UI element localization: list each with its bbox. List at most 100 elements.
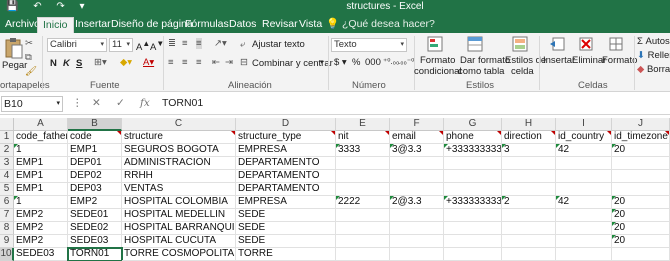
table-cell[interactable]: SEDE bbox=[236, 235, 336, 248]
table-cell[interactable] bbox=[556, 157, 612, 170]
column-header-f[interactable]: F bbox=[390, 118, 444, 131]
table-cell[interactable] bbox=[502, 157, 556, 170]
table-cell[interactable]: EMP2 bbox=[68, 196, 122, 209]
enter-icon[interactable]: ✓ bbox=[116, 97, 125, 109]
wrap-text-button[interactable]: Ajustar texto bbox=[252, 39, 305, 50]
row-header-5[interactable]: 5 bbox=[0, 183, 14, 196]
table-cell[interactable]: 20 bbox=[612, 235, 670, 248]
table-cell[interactable]: 20 bbox=[612, 209, 670, 222]
table-cell[interactable]: VENTAS bbox=[122, 183, 236, 196]
tab-vista[interactable]: Vista bbox=[294, 17, 327, 33]
column-header-d[interactable]: D bbox=[236, 118, 336, 131]
table-cell[interactable] bbox=[444, 157, 502, 170]
table-cell[interactable] bbox=[336, 248, 390, 261]
font-color-icon[interactable]: A▾ bbox=[143, 57, 154, 68]
format-table-label-1[interactable]: Dar formato bbox=[460, 55, 510, 66]
table-cell[interactable] bbox=[336, 209, 390, 222]
bottom-align-icon[interactable]: ≡ bbox=[196, 38, 202, 49]
clear-button[interactable]: ◆ Borrar bbox=[637, 64, 670, 75]
table-cell[interactable]: SEDE bbox=[236, 222, 336, 235]
table-cell[interactable]: 3@3.3 bbox=[390, 144, 444, 157]
header-cell[interactable]: id_timezone bbox=[612, 131, 670, 144]
table-cell[interactable]: 42 bbox=[556, 196, 612, 209]
table-cell[interactable]: EMPRESA bbox=[236, 196, 336, 209]
table-cell[interactable]: TORRE COSMOPOLITAN bbox=[122, 248, 236, 261]
table-cell[interactable]: 3333 bbox=[336, 144, 390, 157]
orientation-icon[interactable]: ↗▾ bbox=[214, 38, 227, 49]
table-cell[interactable] bbox=[556, 170, 612, 183]
column-header-i[interactable]: I bbox=[556, 118, 612, 131]
percent-icon[interactable]: % bbox=[352, 57, 360, 68]
table-cell[interactable] bbox=[444, 209, 502, 222]
align-left-icon[interactable]: ≡ bbox=[168, 57, 174, 68]
column-header-g[interactable]: G bbox=[444, 118, 502, 131]
table-cell[interactable]: SEDE03 bbox=[14, 248, 68, 261]
table-cell[interactable]: EMP1 bbox=[14, 157, 68, 170]
table-cell[interactable]: 2222 bbox=[336, 196, 390, 209]
cut-icon[interactable]: ✂ bbox=[25, 38, 33, 49]
insert-cells-button[interactable]: Insertar bbox=[543, 55, 575, 66]
function-icon[interactable]: fx bbox=[140, 97, 150, 109]
merge-dropdown-icon[interactable]: ▾ bbox=[320, 58, 324, 66]
paste-icon[interactable] bbox=[4, 37, 24, 59]
column-header-a[interactable]: A bbox=[14, 118, 68, 131]
table-cell[interactable] bbox=[336, 157, 390, 170]
table-cell[interactable] bbox=[556, 248, 612, 261]
table-cell[interactable] bbox=[444, 235, 502, 248]
autosum-button[interactable]: Σ Autos bbox=[637, 36, 670, 47]
bold-button[interactable]: N bbox=[50, 58, 57, 69]
table-cell[interactable]: EMP1 bbox=[68, 144, 122, 157]
table-cell[interactable]: +33333333333 bbox=[444, 196, 502, 209]
chevron-down-icon[interactable]: ▾ bbox=[56, 97, 60, 111]
table-cell[interactable]: SEDE01 bbox=[68, 209, 122, 222]
row-header-3[interactable]: 3 bbox=[0, 157, 14, 170]
top-align-icon[interactable]: ≣ bbox=[168, 38, 176, 49]
conditional-format-label-2[interactable]: condicional bbox=[414, 66, 462, 77]
increase-decimal-icon[interactable]: ⁺⁰.₀₀ bbox=[383, 57, 399, 66]
copy-icon[interactable]: ⧉ bbox=[25, 52, 32, 63]
format-cells-button[interactable]: Formato bbox=[602, 55, 637, 66]
italic-button[interactable]: K bbox=[63, 58, 70, 69]
table-cell[interactable]: TORN01 bbox=[67, 247, 123, 261]
table-cell[interactable] bbox=[390, 170, 444, 183]
middle-align-icon[interactable]: ≡ bbox=[182, 38, 188, 49]
table-cell[interactable]: DEP02 bbox=[68, 170, 122, 183]
table-cell[interactable]: 2 bbox=[502, 196, 556, 209]
header-cell[interactable]: nit bbox=[336, 131, 390, 144]
row-header-10[interactable]: 10 bbox=[0, 248, 14, 261]
table-cell[interactable]: HOSPITAL MEDELLIN bbox=[122, 209, 236, 222]
font-size-select[interactable]: 11 ▾ bbox=[109, 38, 133, 52]
header-cell[interactable]: email bbox=[390, 131, 444, 144]
table-cell[interactable]: EMP2 bbox=[14, 235, 68, 248]
table-cell[interactable] bbox=[502, 222, 556, 235]
wrap-text-icon[interactable]: ⤶ bbox=[240, 39, 245, 50]
select-all-corner[interactable] bbox=[0, 118, 14, 131]
column-header-e[interactable]: E bbox=[336, 118, 390, 131]
underline-button[interactable]: S bbox=[76, 58, 82, 69]
table-cell[interactable] bbox=[556, 235, 612, 248]
name-box[interactable]: B10 ▾ bbox=[1, 96, 63, 112]
table-cell[interactable] bbox=[556, 209, 612, 222]
table-cell[interactable] bbox=[502, 170, 556, 183]
cell-styles-icon[interactable] bbox=[512, 36, 528, 52]
insert-cells-icon[interactable] bbox=[549, 36, 565, 52]
table-cell[interactable]: SEDE02 bbox=[68, 222, 122, 235]
header-cell[interactable]: phone bbox=[444, 131, 502, 144]
align-center-icon[interactable]: ≡ bbox=[182, 57, 188, 68]
format-table-label-2[interactable]: como tabla bbox=[458, 66, 504, 77]
tab-inicio[interactable]: Inicio bbox=[37, 17, 74, 33]
paste-button[interactable]: Pegar bbox=[2, 60, 27, 71]
table-cell[interactable]: EMP2 bbox=[14, 222, 68, 235]
row-header-4[interactable]: 4 bbox=[0, 170, 14, 183]
table-cell[interactable] bbox=[336, 222, 390, 235]
table-cell[interactable] bbox=[390, 209, 444, 222]
table-cell[interactable]: DEP03 bbox=[68, 183, 122, 196]
row-header-6[interactable]: 6 bbox=[0, 196, 14, 209]
table-cell[interactable]: EMP1 bbox=[14, 170, 68, 183]
table-cell[interactable] bbox=[390, 157, 444, 170]
table-cell[interactable] bbox=[612, 248, 670, 261]
format-painter-icon[interactable]: 🖌 bbox=[25, 66, 37, 77]
table-cell[interactable] bbox=[556, 222, 612, 235]
column-header-j[interactable]: J bbox=[612, 118, 670, 131]
table-cell[interactable]: 42 bbox=[556, 144, 612, 157]
